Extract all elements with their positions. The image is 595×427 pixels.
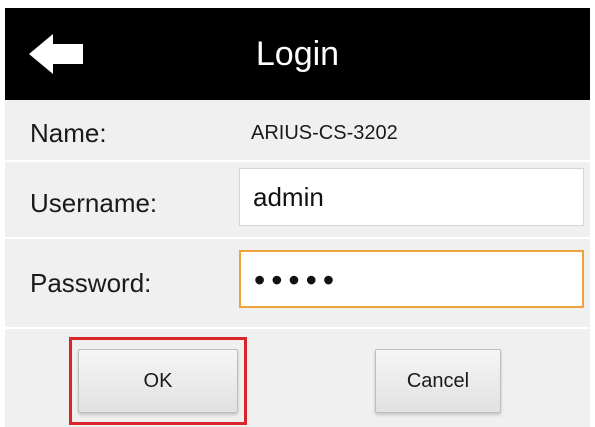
name-value: ARIUS-CS-3202 — [251, 122, 398, 144]
divider — [5, 327, 590, 329]
username-label: Username: — [30, 188, 158, 218]
page-title: Login — [255, 35, 340, 73]
ok-button[interactable]: OK — [78, 349, 238, 413]
password-input[interactable] — [239, 250, 584, 308]
title-bar: Login — [5, 8, 590, 100]
login-form: Name: ARIUS-CS-3202 Username: Password: … — [5, 100, 590, 427]
divider — [5, 160, 590, 162]
password-label: Password: — [30, 268, 152, 298]
divider — [5, 237, 590, 239]
username-input[interactable] — [239, 168, 584, 226]
cancel-button[interactable]: Cancel — [375, 349, 501, 413]
name-label: Name: — [30, 118, 107, 148]
